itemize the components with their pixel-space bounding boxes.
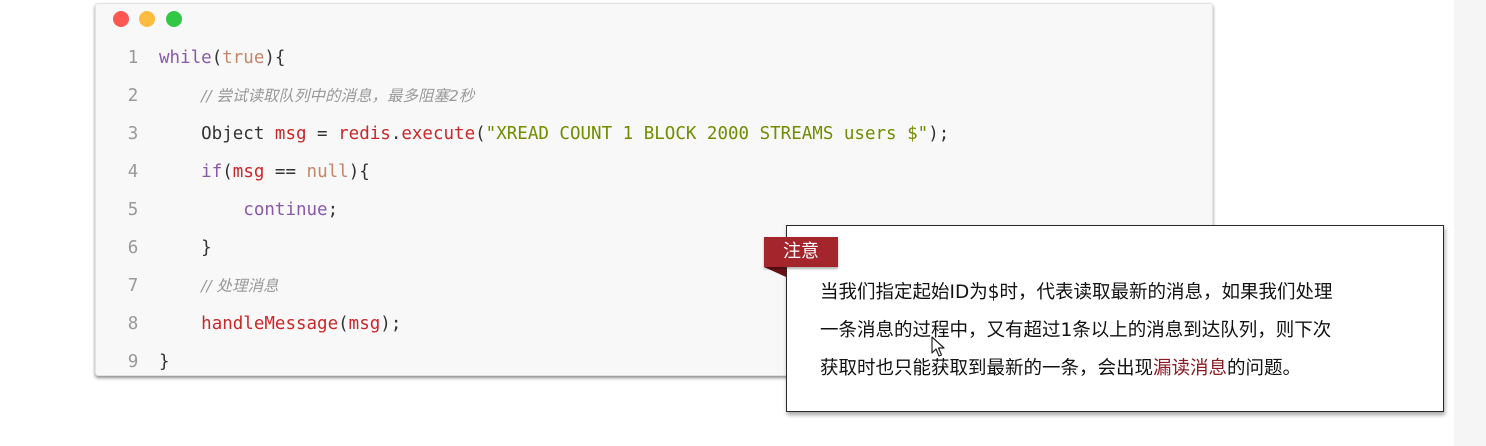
- code-line: 1 while(true){: [96, 39, 1196, 77]
- code-token: msg: [232, 162, 265, 182]
- line-number: 3: [127, 124, 139, 144]
- note-line-3-start: 获取时也只能获取到最新的一条，会出现: [820, 358, 1154, 379]
- note-highlight: 漏读消息: [1153, 358, 1228, 379]
- code-text: Object msg = redis.execute("XREAD COUNT …: [159, 115, 949, 153]
- line-number: 9: [127, 352, 139, 372]
- code-line: 3 Object msg = redis.execute("XREAD COUN…: [96, 115, 1196, 153]
- code-text: }: [159, 343, 170, 381]
- note-text: 当我们指定起始ID为$时，代表读取最新的消息，如果我们处理 一条消息的过程中，又…: [820, 274, 1420, 388]
- code-line: 2 // 尝试读取队列中的消息，最多阻塞2秒: [96, 77, 1196, 115]
- code-token: );: [928, 124, 950, 144]
- maximize-dot-icon[interactable]: [166, 11, 182, 27]
- background-strip: [1454, 0, 1486, 446]
- code-token: continue: [243, 200, 328, 220]
- code-token: ){: [348, 162, 370, 182]
- code-text: while(true){: [159, 39, 285, 77]
- note-line-3: 获取时也只能获取到最新的一条，会出现漏读消息的问题。: [820, 350, 1420, 388]
- code-token: if: [201, 162, 223, 182]
- code-token: true: [222, 48, 265, 68]
- code-text: // 尝试读取队列中的消息，最多阻塞2秒: [159, 77, 474, 115]
- code-token: (: [222, 162, 233, 182]
- code-text: if(msg == null){: [159, 153, 370, 191]
- minimize-dot-icon[interactable]: [139, 11, 155, 27]
- code-token: ){: [264, 48, 286, 68]
- code-token: (: [475, 124, 486, 144]
- code-token: =: [306, 124, 339, 144]
- code-token: handleMessage: [201, 314, 339, 334]
- line-number: 8: [127, 314, 139, 334]
- code-token: Object: [159, 124, 275, 144]
- line-number: 7: [127, 276, 139, 296]
- note-line-2: 一条消息的过程中，又有超过1条以上的消息到达队列，则下次: [820, 320, 1332, 341]
- line-number: 1: [127, 48, 139, 68]
- code-text: }: [159, 229, 212, 267]
- note-line-1: 当我们指定起始ID为$时，代表读取最新的消息，如果我们处理: [820, 282, 1333, 303]
- code-token: }: [159, 352, 170, 372]
- code-token: ;: [327, 200, 339, 220]
- code-text: handleMessage(msg);: [159, 305, 401, 343]
- code-text: continue;: [159, 191, 338, 229]
- code-text: // 处理消息: [159, 267, 279, 305]
- code-token: .: [390, 124, 402, 144]
- code-line: 4 if(msg == null){: [96, 153, 1196, 191]
- note-tag: 注意: [764, 237, 838, 267]
- code-token: // 尝试读取队列中的消息，最多阻塞2秒: [201, 87, 475, 105]
- line-number: 4: [127, 162, 139, 182]
- mouse-cursor-icon: [931, 336, 945, 357]
- line-number: 6: [127, 238, 139, 258]
- code-token: msg: [348, 314, 381, 334]
- code-token: while: [159, 48, 212, 68]
- line-number: 2: [127, 86, 139, 106]
- code-token: }: [159, 238, 212, 258]
- code-token: null: [306, 162, 349, 182]
- code-token: );: [380, 314, 402, 334]
- note-tag-fold: [764, 267, 786, 277]
- code-token: // 处理消息: [201, 277, 279, 295]
- code-token: execute: [401, 124, 476, 144]
- code-line: 5 continue;: [96, 191, 1196, 229]
- code-token: msg: [274, 124, 307, 144]
- line-number: 5: [127, 200, 139, 220]
- code-token: (: [338, 314, 349, 334]
- close-dot-icon[interactable]: [113, 11, 129, 27]
- code-token: ==: [264, 162, 307, 182]
- code-token: "XREAD COUNT 1 BLOCK 2000 STREAMS users …: [485, 124, 929, 144]
- code-token: (: [211, 48, 223, 68]
- code-token: redis: [338, 124, 391, 144]
- note-line-3-end: 的问题。: [1227, 358, 1302, 379]
